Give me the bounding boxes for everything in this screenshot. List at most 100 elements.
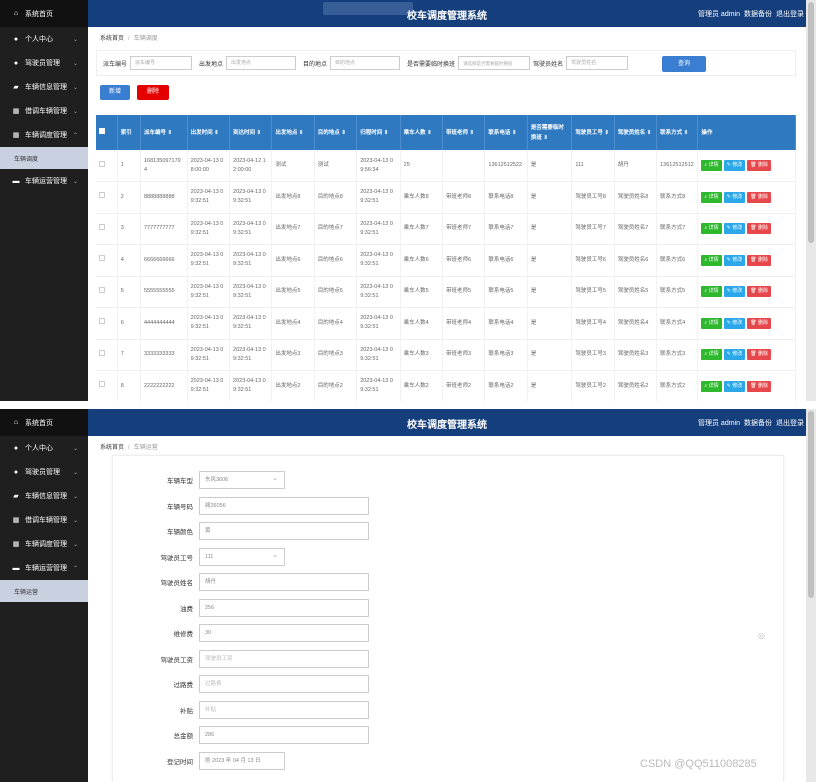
column-header[interactable]: 带班老师 ⇕	[442, 115, 486, 150]
query-button[interactable]: 查询	[662, 56, 706, 72]
edit-button[interactable]: ✎ 修改	[723, 191, 746, 203]
search-select-shift-change[interactable]: 请选择是否需要临时换班	[458, 56, 531, 70]
column-header[interactable]: 到达时间 ⇕	[229, 115, 273, 150]
edit-button[interactable]: ✎ 修改	[723, 286, 746, 298]
form-input[interactable]: 胡丹	[199, 573, 369, 591]
form-input[interactable]: 256	[199, 598, 369, 617]
sidebar-home[interactable]: ⌂ 系统首页	[0, 0, 88, 27]
form-input[interactable]: 过路费	[199, 675, 369, 693]
breadcrumb-home[interactable]: 系统首页	[100, 445, 124, 451]
column-header[interactable]: 归程时间 ⇕	[356, 115, 401, 150]
delete-button[interactable]: 🗑 删除	[747, 191, 772, 203]
sidebar-item-vehicles[interactable]: ▰ 车辆信息管理 ⌄	[0, 75, 88, 99]
form-input[interactable]: 30	[199, 624, 369, 642]
view-button[interactable]: ⌕ 详情	[701, 349, 722, 361]
sidebar-item-profile[interactable]: ● 个人中心 ⌄	[0, 436, 88, 460]
edit-button[interactable]: ✎ 修改	[723, 160, 746, 171]
add-button[interactable]: 新增	[100, 85, 130, 100]
table-cell: 出发地点7	[271, 213, 315, 245]
row-checkbox[interactable]	[96, 370, 118, 401]
sidebar-item-vehicles[interactable]: ▰ 车辆信息管理 ⌄	[0, 484, 88, 508]
edit-button[interactable]: ✎ 修改	[723, 349, 746, 361]
sidebar-item-operations[interactable]: ▬ 车辆运营管理 ⌃	[0, 556, 88, 580]
table-row: 2 8888888888 2023-04-13 09:32:51 2023-04-13…	[96, 181, 796, 214]
sidebar-home[interactable]: ⌂ 系统首页	[0, 409, 88, 436]
row-checkbox[interactable]	[96, 276, 118, 308]
select-all-checkbox[interactable]	[96, 115, 118, 150]
delete-button[interactable]: 🗑 删除	[747, 380, 772, 392]
view-button[interactable]: ⌕ 详情	[701, 160, 722, 171]
column-header[interactable]: 是否需要临时换班 ⇕	[527, 115, 573, 150]
column-header[interactable]: 联系电话 ⇕	[484, 115, 528, 150]
row-checkbox[interactable]	[96, 150, 118, 182]
backup-link[interactable]: 数据备份	[744, 9, 772, 19]
sidebar-item-drivers[interactable]: ● 驾驶员管理 ⌄	[0, 51, 88, 75]
sidebar-item-borrowed[interactable]: ▦ 借调车辆管理 ⌄	[0, 99, 88, 123]
table-cell: 联系电话3	[484, 339, 528, 371]
view-button[interactable]: ⌕ 详情	[701, 223, 722, 235]
column-header[interactable]: 乘车人数 ⇕	[400, 115, 444, 150]
form-select[interactable]: 111	[199, 547, 285, 566]
form-input[interactable]: 286	[199, 726, 369, 744]
column-header[interactable]: 出发时间 ⇕	[187, 115, 231, 150]
chevron-down-icon: ⌄	[72, 60, 78, 67]
delete-button-label: 删除	[758, 193, 769, 200]
row-checkbox[interactable]	[96, 339, 118, 371]
sidebar-item-dispatch[interactable]: ▦ 车辆调度管理 ⌄	[0, 532, 88, 556]
form-input[interactable]: 赣26056	[199, 496, 369, 515]
edit-button[interactable]: ✎ 修改	[723, 380, 746, 392]
column-header[interactable]: 驾驶员工号 ⇕	[571, 115, 615, 150]
row-checkbox[interactable]	[96, 244, 118, 277]
page-scrollbar[interactable]	[806, 0, 816, 401]
sidebar-item-operations[interactable]: ▬ 车辆运营管理 ⌄	[0, 169, 88, 193]
form-input[interactable]: 补贴	[199, 700, 369, 719]
table-cell: 驾驶员工号3	[571, 339, 615, 371]
column-header[interactable]: 派车编号 ⇕	[140, 115, 188, 150]
scrollbar-thumb[interactable]	[808, 2, 814, 243]
column-header[interactable]: 联系方式 ⇕	[656, 115, 699, 150]
table-cell: 是	[527, 150, 573, 182]
date-picker[interactable]: ▦ 2023 年 04 月 13 日	[199, 751, 285, 770]
page-scrollbar[interactable]	[806, 409, 816, 782]
column-header[interactable]: 目的地点 ⇕	[314, 115, 358, 150]
row-checkbox[interactable]	[96, 181, 118, 214]
sidebar-subitem-dispatch[interactable]: 车辆调度	[0, 147, 88, 169]
search-input-origin[interactable]: 出发地点	[226, 56, 297, 70]
form-select[interactable]: 东风3606	[199, 471, 285, 489]
edit-button[interactable]: ✎ 修改	[723, 317, 746, 329]
view-button[interactable]: ⌕ 详情	[701, 286, 722, 298]
breadcrumb-home[interactable]: 系统首页	[100, 36, 124, 42]
backup-link[interactable]: 数据备份	[744, 418, 772, 428]
view-button[interactable]: ⌕ 详情	[701, 254, 722, 266]
delete-button[interactable]: 🗑 删除	[747, 349, 772, 361]
form-input[interactable]: 驾驶员工资	[199, 649, 369, 668]
delete-button[interactable]: 🗑 删除	[747, 160, 772, 171]
sidebar-item-borrowed[interactable]: ▦ 借调车辆管理 ⌄	[0, 508, 88, 532]
column-header[interactable]: 出发地点 ⇕	[271, 115, 315, 150]
logout-link[interactable]: 退出登录	[776, 418, 804, 428]
row-checkbox[interactable]	[96, 307, 118, 340]
search-input-dispatch-no[interactable]: 派车编号	[130, 56, 193, 70]
view-button[interactable]: ⌕ 详情	[701, 380, 722, 392]
search-input-driver-name[interactable]: 驾驶员姓名	[566, 56, 629, 70]
delete-button[interactable]: 🗑 删除	[747, 223, 772, 235]
row-checkbox[interactable]	[96, 213, 118, 245]
scrollbar-thumb[interactable]	[808, 411, 814, 598]
delete-button[interactable]: 🗑 删除	[747, 286, 772, 298]
edit-button[interactable]: ✎ 修改	[723, 254, 746, 266]
form-input[interactable]: 黄	[199, 522, 369, 540]
batch-delete-button[interactable]: 删除	[137, 85, 169, 100]
edit-button[interactable]: ✎ 修改	[723, 223, 746, 235]
sidebar-item-drivers[interactable]: ● 驾驶员管理 ⌄	[0, 460, 88, 484]
search-input-destination[interactable]: 目的地点	[330, 56, 401, 70]
table-cell: 2023-04-13 09:32:51	[187, 213, 231, 245]
sidebar-item-dispatch[interactable]: ▦ 车辆调度管理 ⌃	[0, 123, 88, 147]
delete-button[interactable]: 🗑 删除	[747, 317, 772, 329]
column-header[interactable]: 驾驶员姓名 ⇕	[614, 115, 658, 150]
sidebar-item-profile[interactable]: ● 个人中心 ⌄	[0, 27, 88, 51]
sidebar-subitem-operations[interactable]: 车辆运营	[0, 580, 88, 602]
view-button[interactable]: ⌕ 详情	[701, 317, 722, 329]
view-button[interactable]: ⌕ 详情	[701, 191, 722, 203]
logout-link[interactable]: 退出登录	[776, 9, 804, 19]
delete-button[interactable]: 🗑 删除	[747, 254, 772, 266]
